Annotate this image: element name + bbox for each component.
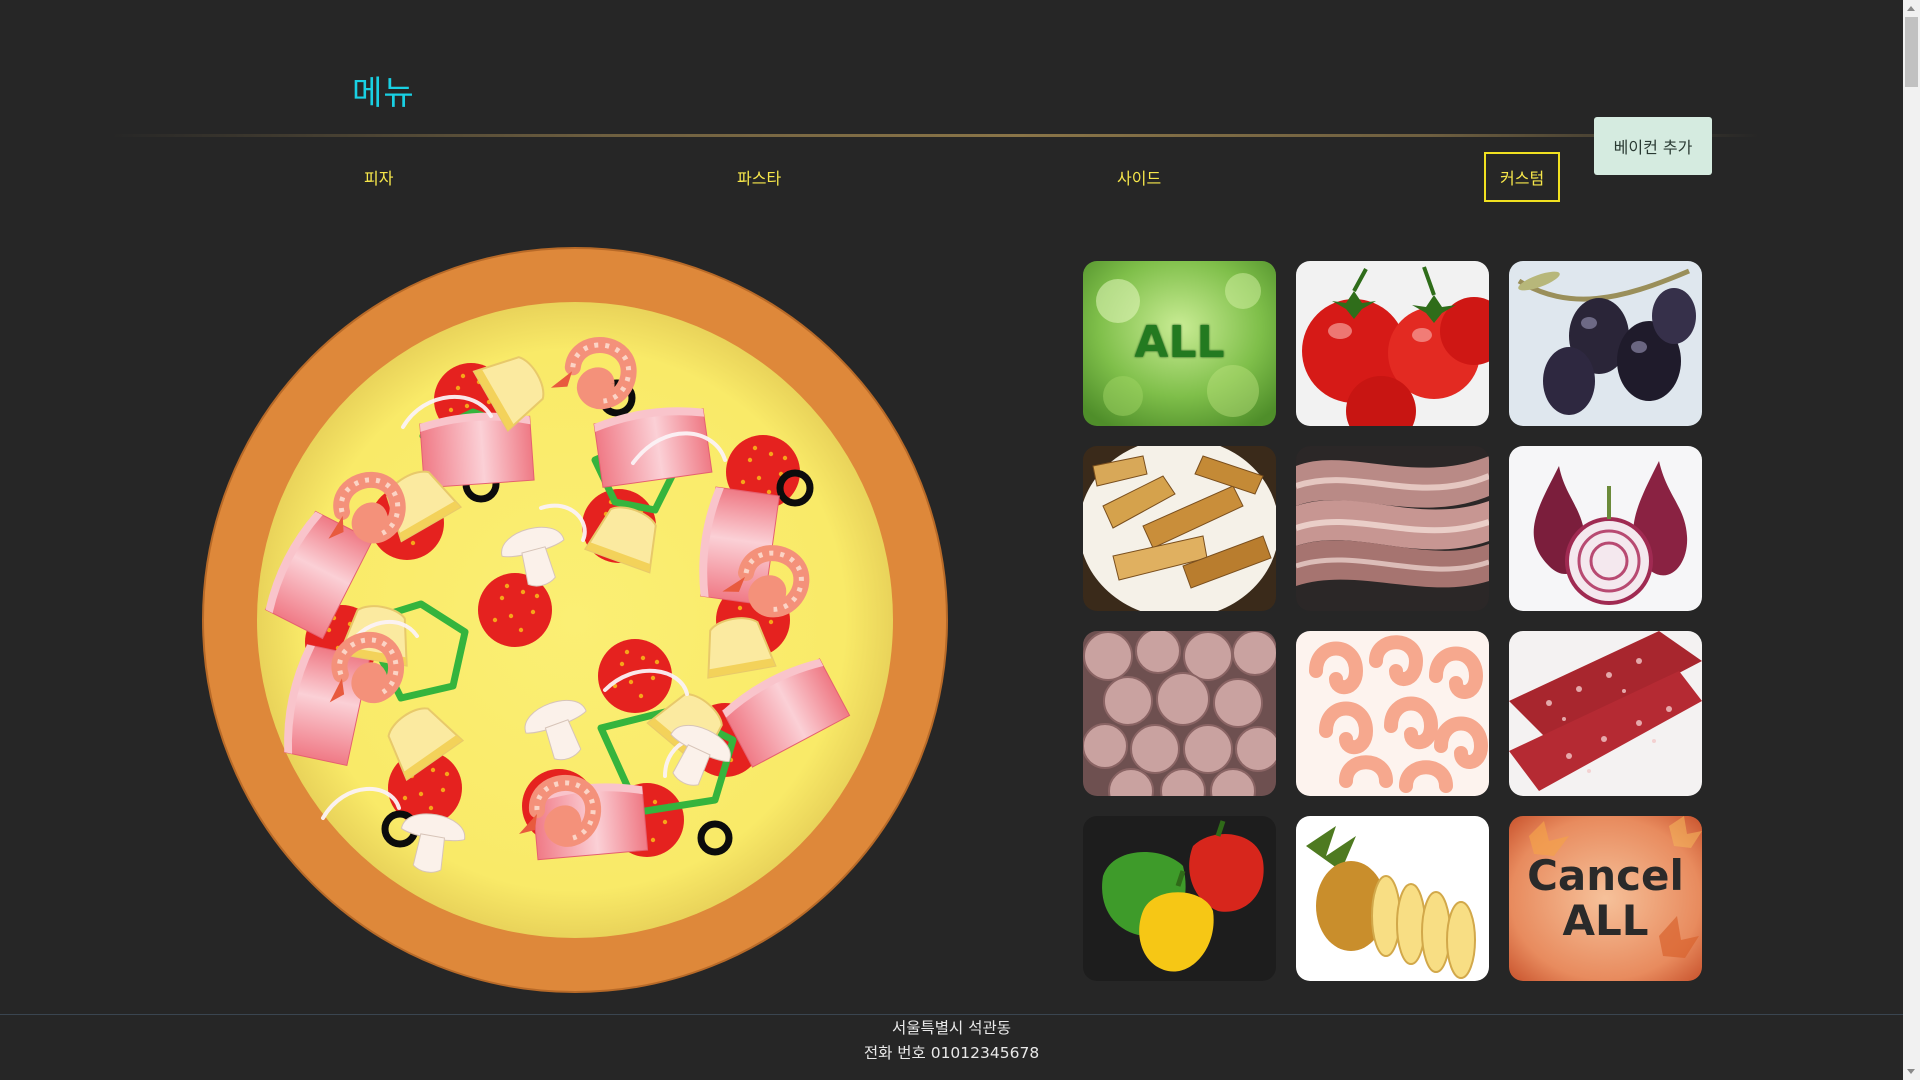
topping-salami[interactable] bbox=[1509, 631, 1702, 796]
topping-all-label: ALL bbox=[1134, 317, 1225, 369]
topping-potato[interactable] bbox=[1083, 446, 1276, 611]
page-title: 메뉴 bbox=[352, 73, 415, 112]
footer-phone: 전화 번호 01012345678 bbox=[863, 1044, 1040, 1062]
add-bacon-button[interactable]: 베이컨 추가 bbox=[1594, 117, 1712, 175]
page-scrollbar[interactable] bbox=[1903, 0, 1920, 1080]
header-divider bbox=[110, 134, 1760, 137]
tab-pizza[interactable]: 피자 bbox=[364, 165, 393, 189]
topping-bacon[interactable] bbox=[1296, 446, 1489, 611]
topping-shrimp[interactable] bbox=[1296, 631, 1489, 796]
scroll-up-icon[interactable] bbox=[1907, 6, 1915, 11]
topping-onion[interactable] bbox=[1509, 446, 1702, 611]
topping-pineapple[interactable] bbox=[1296, 816, 1489, 981]
topping-olive[interactable] bbox=[1509, 261, 1702, 426]
tab-side[interactable]: 사이드 bbox=[1117, 165, 1161, 189]
topping-cancel-all-label: Cancel ALL bbox=[1527, 851, 1684, 945]
tab-pasta[interactable]: 파스타 bbox=[737, 165, 781, 189]
tab-custom[interactable]: 커스텀 bbox=[1484, 152, 1561, 202]
topping-all[interactable]: ALL bbox=[1083, 261, 1276, 426]
footer-divider bbox=[0, 1014, 1903, 1015]
scroll-down-icon[interactable] bbox=[1907, 1069, 1915, 1074]
topping-pepper[interactable] bbox=[1083, 816, 1276, 981]
footer: 서울특별시 석관동 전화 번호 01012345678 bbox=[0, 1016, 1903, 1066]
topping-mushroom[interactable] bbox=[1083, 631, 1276, 796]
pizza-canvas bbox=[202, 247, 948, 993]
scroll-thumb[interactable] bbox=[1905, 17, 1918, 87]
topping-tomato[interactable] bbox=[1296, 261, 1489, 426]
topping-cancel-all[interactable]: Cancel ALL bbox=[1509, 816, 1702, 981]
footer-address: 서울특별시 석관동 bbox=[891, 1019, 1011, 1037]
